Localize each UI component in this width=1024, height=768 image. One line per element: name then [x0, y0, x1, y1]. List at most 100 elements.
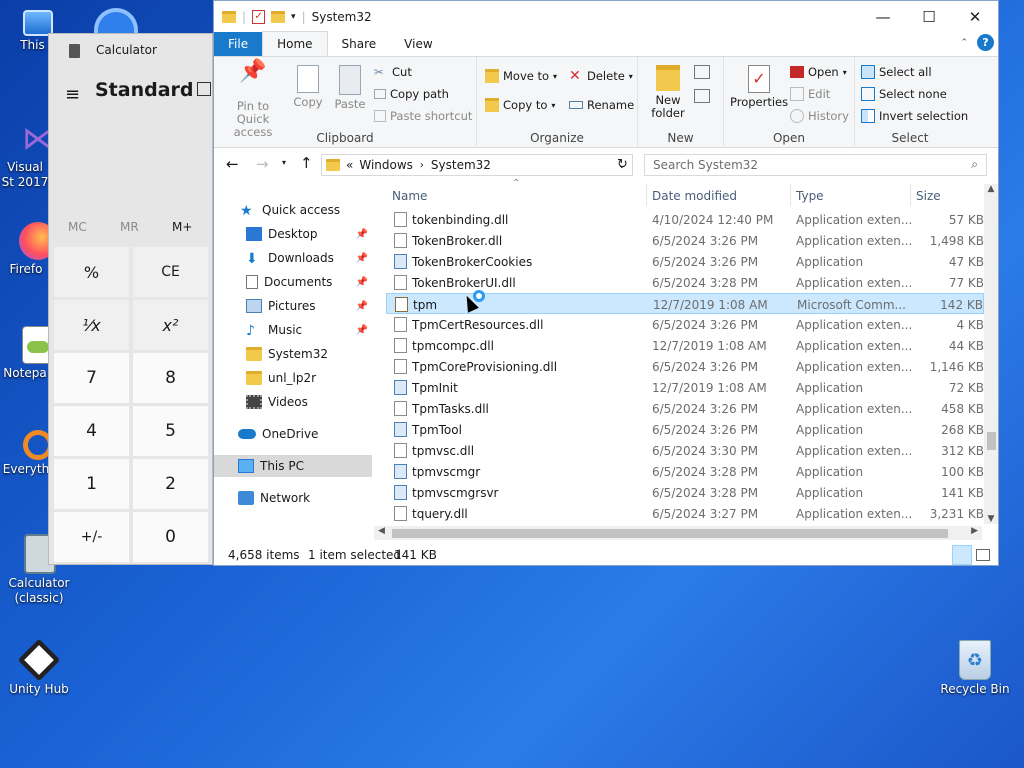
table-row[interactable]: tquery.dll 6/5/2024 3:27 PM Application ex…	[386, 503, 984, 524]
memory-clear-button[interactable]: MC	[68, 220, 87, 234]
copy-button[interactable]: Copy	[288, 65, 328, 109]
reciprocal-button[interactable]: ¹⁄x	[54, 300, 129, 350]
table-row[interactable]: TokenBrokerCookies 6/5/2024 3:26 PM Applic…	[386, 251, 984, 272]
table-row[interactable]: TpmTasks.dll 6/5/2024 3:26 PM Application …	[386, 398, 984, 419]
digit-1-button[interactable]: 1	[54, 459, 129, 509]
digit-8-button[interactable]: 8	[133, 353, 208, 403]
keep-on-top-icon[interactable]	[197, 82, 211, 96]
recent-locations-icon[interactable]: ▾	[282, 158, 286, 167]
column-date-modified[interactable]: Date modified	[652, 189, 737, 203]
maximize-button[interactable]: ☐	[906, 1, 952, 32]
scroll-thumb[interactable]	[392, 529, 948, 538]
large-icons-view-icon[interactable]	[976, 549, 990, 561]
copy-to-button[interactable]: Copy to ▾	[485, 98, 555, 112]
nav-item-pictures[interactable]: Pictures 📌	[214, 295, 372, 317]
table-row[interactable]: tpmvsc.dll 6/5/2024 3:30 PM Application ex…	[386, 440, 984, 461]
desktop-icon-unity-hub[interactable]: Unity Hub	[1, 638, 77, 697]
tab-view[interactable]: View	[390, 32, 446, 56]
nav-item-onedrive[interactable]: OneDrive	[214, 423, 372, 445]
tab-home[interactable]: Home	[262, 31, 328, 56]
properties-button[interactable]: ✓ Properties	[730, 65, 788, 109]
table-row[interactable]: tpmvscmgr 6/5/2024 3:28 PM Application 100 …	[386, 461, 984, 482]
table-row[interactable]: TpmTool 6/5/2024 3:26 PM Application 268 KB	[386, 419, 984, 440]
table-row[interactable]: tpmvscmgrsvr 6/5/2024 3:28 PM Application 1…	[386, 482, 984, 503]
column-size[interactable]: Size	[916, 189, 941, 203]
nav-item-quick-access[interactable]: ★ Quick access	[214, 199, 372, 221]
breadcrumb-windows[interactable]: Windows	[359, 158, 413, 172]
desktop-icon-recycle-bin[interactable]: ♻ Recycle Bin	[936, 640, 1014, 697]
help-icon[interactable]: ?	[977, 34, 994, 51]
horizontal-scrollbar[interactable]: ◀ ▶	[374, 526, 982, 540]
paste-button[interactable]: Paste	[330, 65, 370, 111]
new-folder-icon[interactable]	[271, 10, 286, 23]
nav-item-documents[interactable]: Documents 📌	[214, 271, 372, 293]
square-button[interactable]: x²	[133, 300, 208, 350]
breadcrumb-system32[interactable]: System32	[431, 158, 491, 172]
close-button[interactable]: ✕	[952, 1, 998, 32]
digit-5-button[interactable]: 5	[133, 406, 208, 456]
refresh-icon[interactable]: ↻	[617, 157, 628, 172]
hamburger-menu-icon[interactable]: ≡	[65, 84, 80, 105]
column-type[interactable]: Type	[796, 189, 824, 203]
move-to-button[interactable]: Move to ▾	[485, 69, 557, 83]
memory-recall-button[interactable]: MR	[120, 220, 139, 234]
paste-shortcut-button[interactable]: Paste shortcut	[374, 109, 472, 123]
properties-check-icon[interactable]: ✓	[252, 9, 266, 24]
scroll-down-arrow-icon[interactable]: ▼	[984, 514, 998, 524]
vertical-scrollbar[interactable]: ▲ ▼	[984, 184, 998, 524]
pin-to-quick-access-button[interactable]: 📌 Pin to Quick access	[220, 61, 286, 139]
delete-button[interactable]: ✕ Delete ▾	[569, 69, 633, 83]
nav-item-network[interactable]: Network	[214, 487, 372, 509]
column-separator[interactable]	[790, 184, 791, 206]
easy-access-icon[interactable]	[694, 89, 710, 103]
search-input[interactable]: Search System32 ⌕	[644, 154, 987, 176]
table-row[interactable]: tokenbinding.dll 4/10/2024 12:40 PM Applic…	[386, 209, 984, 230]
select-all-button[interactable]: Select all	[861, 65, 932, 79]
column-separator[interactable]	[910, 184, 911, 206]
table-row[interactable]: TpmInit 12/7/2019 1:08 AM Application 72 KB	[386, 377, 984, 398]
table-row[interactable]: TpmCoreProvisioning.dll 6/5/2024 3:26 PM A…	[386, 356, 984, 377]
digit-7-button[interactable]: 7	[54, 353, 129, 403]
details-view-icon[interactable]	[952, 545, 972, 565]
forward-arrow-icon[interactable]: →	[256, 155, 269, 173]
scroll-up-arrow-icon[interactable]: ▲	[984, 184, 998, 194]
rename-button[interactable]: Rename	[569, 98, 634, 112]
new-folder-button[interactable]: New folder	[646, 65, 690, 120]
invert-selection-button[interactable]: Invert selection	[861, 109, 968, 123]
nav-item-downloads[interactable]: ⬇ Downloads 📌	[214, 247, 372, 269]
table-row[interactable]: tpmcompc.dll 12/7/2019 1:08 AM Application…	[386, 335, 984, 356]
back-arrow-icon[interactable]: ←	[226, 155, 239, 173]
digit-2-button[interactable]: 2	[133, 459, 208, 509]
nav-item-videos[interactable]: Videos	[214, 391, 372, 413]
memory-add-button[interactable]: M+	[172, 220, 192, 234]
column-name[interactable]: Name	[392, 189, 427, 203]
tab-file[interactable]: File	[214, 32, 263, 56]
up-arrow-icon[interactable]: ↑	[300, 154, 313, 172]
collapse-ribbon-icon[interactable]: ⌃	[960, 38, 968, 48]
digit-0-button[interactable]: 0	[133, 512, 208, 562]
edit-button[interactable]: Edit	[790, 87, 830, 101]
clear-entry-button[interactable]: CE	[133, 247, 208, 297]
scroll-left-arrow-icon[interactable]: ◀	[378, 526, 385, 536]
select-none-button[interactable]: Select none	[861, 87, 947, 101]
open-button[interactable]: Open ▾	[790, 65, 847, 79]
negate-button[interactable]: +/-	[54, 512, 129, 562]
table-row[interactable]: TokenBroker.dll 6/5/2024 3:26 PM Applicati…	[386, 230, 984, 251]
scroll-right-arrow-icon[interactable]: ▶	[971, 526, 978, 536]
new-item-icon[interactable]	[694, 65, 710, 79]
nav-item-music[interactable]: ♪ Music 📌	[214, 319, 372, 341]
digit-4-button[interactable]: 4	[54, 406, 129, 456]
history-button[interactable]: History	[790, 109, 849, 123]
address-bar[interactable]: « Windows › System32 ⌄	[321, 154, 633, 176]
nav-item-unl-lp2r[interactable]: unl_lp2r	[214, 367, 372, 389]
copy-path-button[interactable]: Copy path	[374, 87, 449, 101]
cut-button[interactable]: ✂ Cut	[374, 65, 412, 79]
nav-item-desktop[interactable]: Desktop 📌	[214, 223, 372, 245]
chrome-icon[interactable]	[94, 8, 138, 34]
minimize-button[interactable]: —	[860, 1, 906, 32]
nav-item-system32[interactable]: System32	[214, 343, 372, 365]
table-row[interactable]: TpmCertResources.dll 6/5/2024 3:26 PM Appl…	[386, 314, 984, 335]
tab-share[interactable]: Share	[328, 32, 391, 56]
nav-item-this-pc[interactable]: This PC	[214, 455, 372, 477]
scroll-thumb[interactable]	[987, 432, 996, 450]
